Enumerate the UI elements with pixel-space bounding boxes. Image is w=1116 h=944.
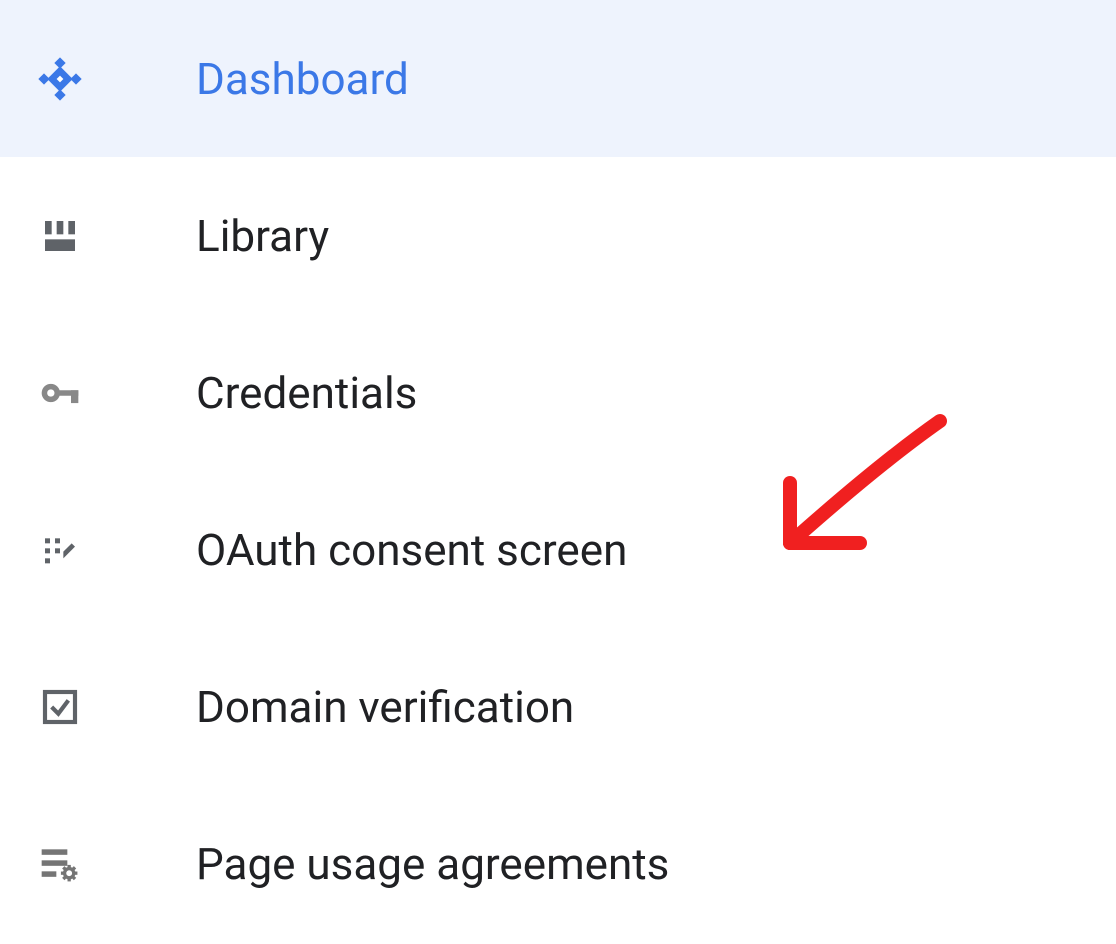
nav-item-domain-verification[interactable]: Domain verification [0,628,1116,785]
nav-label-domain-verification: Domain verification [196,681,574,733]
nav-item-dashboard[interactable]: Dashboard [0,0,1116,157]
nav-label-dashboard: Dashboard [196,53,409,105]
nav-item-page-usage-agreements[interactable]: Page usage agreements [0,785,1116,942]
nav-item-oauth-consent[interactable]: OAuth consent screen [0,471,1116,628]
consent-icon [36,526,84,574]
library-icon [36,212,84,260]
nav-label-credentials: Credentials [196,367,417,419]
nav-item-credentials[interactable]: Credentials [0,314,1116,471]
nav-label-page-usage-agreements: Page usage agreements [196,838,669,890]
key-icon [36,369,84,417]
nav-item-library[interactable]: Library [0,157,1116,314]
nav-label-library: Library [196,210,329,262]
check-square-icon [36,683,84,731]
dashboard-icon [36,55,84,103]
list-gear-icon [36,840,84,888]
nav-label-oauth-consent: OAuth consent screen [196,524,627,576]
sidebar-nav: Dashboard Library [0,0,1116,942]
